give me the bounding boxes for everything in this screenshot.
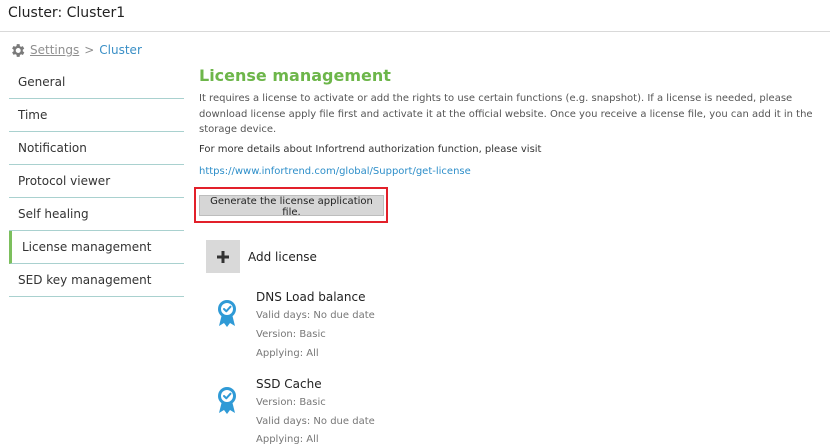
license-name: DNS Load balance — [256, 290, 366, 304]
add-license-row: Add license — [206, 240, 317, 273]
sidebar-item-protocol-viewer[interactable]: Protocol viewer — [9, 165, 184, 198]
get-license-link[interactable]: https://www.infortrend.com/global/Suppor… — [199, 166, 471, 177]
sidebar-item-license-management[interactable]: License management — [9, 231, 184, 264]
add-license-button[interactable] — [206, 240, 240, 273]
license-version: Version: Basic — [256, 329, 326, 340]
sidebar-item-sed-key-management[interactable]: SED key management — [9, 264, 184, 297]
sidebar-item-self-healing[interactable]: Self healing — [9, 198, 184, 231]
license-applying: Applying: All — [256, 348, 319, 359]
page-title: Cluster: Cluster1 — [8, 5, 126, 21]
license-applying: Applying: All — [256, 434, 319, 445]
plus-icon — [217, 250, 229, 263]
section-title: License management — [199, 66, 391, 85]
add-license-label[interactable]: Add license — [248, 250, 317, 264]
sidebar-item-general[interactable]: General — [9, 66, 184, 99]
section-description: It requires a license to activate or add… — [199, 93, 813, 135]
breadcrumb-separator: > — [84, 43, 95, 57]
top-bar: Cluster: Cluster1 — [0, 0, 830, 32]
license-badge-icon — [218, 300, 236, 327]
license-name: SSD Cache — [256, 377, 322, 391]
sidebar-item-time[interactable]: Time — [9, 99, 184, 132]
gear-icon — [12, 43, 25, 57]
main-panel: License management It requires a license… — [199, 64, 829, 177]
license-valid-days: Valid days: No due date — [256, 416, 375, 427]
more-details-text: For more details about Infortrend author… — [199, 144, 542, 155]
breadcrumb: Settings > Cluster — [9, 41, 142, 59]
breadcrumb-current: Cluster — [99, 43, 142, 57]
breadcrumb-settings-link[interactable]: Settings — [30, 43, 79, 57]
license-valid-days: Valid days: No due date — [256, 310, 375, 321]
sidebar-item-notification[interactable]: Notification — [9, 132, 184, 165]
generate-license-file-button[interactable]: Generate the license application file. — [199, 195, 384, 218]
license-version: Version: Basic — [256, 397, 326, 408]
sidebar: General Time Notification Protocol viewe… — [9, 66, 184, 297]
license-badge-icon — [218, 387, 236, 414]
